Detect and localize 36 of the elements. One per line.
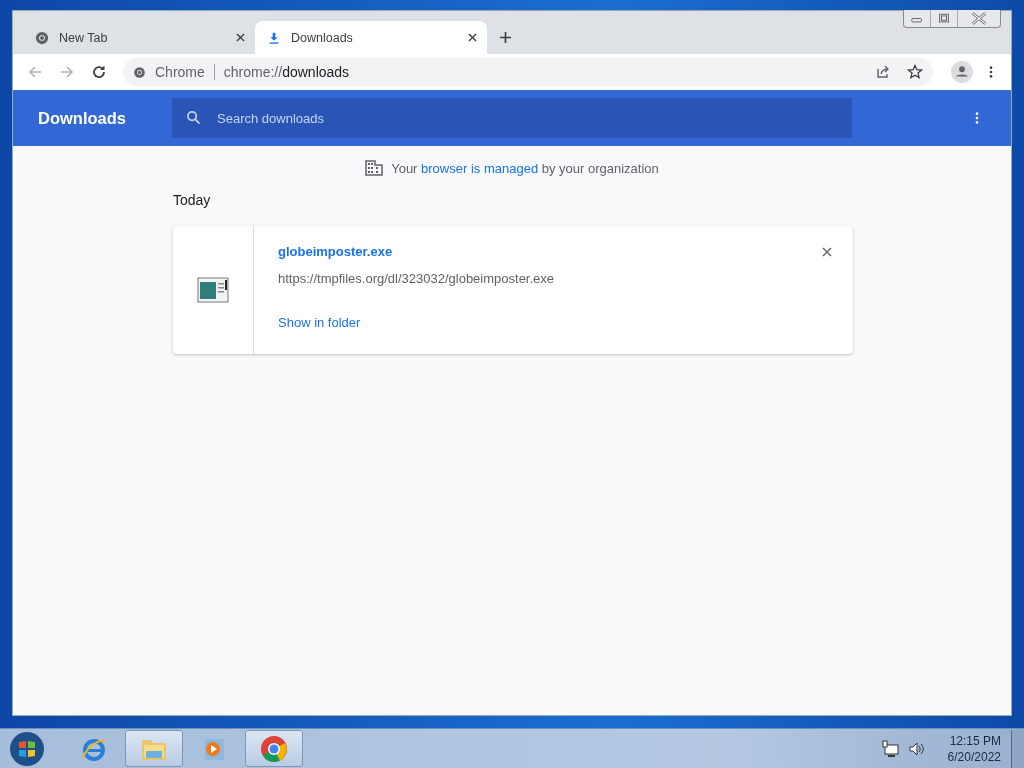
close-icon[interactable] — [468, 33, 477, 42]
address-bar[interactable]: Chrome chrome://downloads — [123, 58, 933, 86]
section-heading: Today — [173, 192, 212, 208]
chrome-icon — [259, 733, 289, 764]
menu-icon[interactable] — [975, 111, 979, 125]
managed-link[interactable]: browser is managed — [421, 160, 539, 176]
new-tab-icon[interactable] — [499, 31, 512, 44]
download-icon — [267, 30, 281, 45]
show-desktop-button[interactable] — [1011, 729, 1024, 768]
taskbar-button[interactable] — [245, 730, 303, 767]
show-in-folder-link[interactable]: Show in folder — [278, 315, 361, 330]
file-name-link[interactable]: globeimposter.exe — [278, 244, 393, 259]
clock-date: 6/20/2022 — [947, 748, 1001, 765]
url-text: chrome://downloads — [223, 64, 351, 80]
page-title: Downloads — [38, 108, 127, 128]
building-icon — [365, 160, 384, 176]
menu-icon[interactable] — [989, 65, 993, 79]
program-file-icon — [197, 277, 229, 303]
managed-notice: Your browser is managed by your organization — [391, 160, 659, 176]
clock-time: 12:15 PM — [949, 732, 1001, 749]
share-icon[interactable] — [875, 64, 891, 80]
profile-icon[interactable] — [951, 61, 973, 83]
close-icon[interactable] — [236, 33, 245, 42]
browser-tab[interactable]: New Tab — [23, 21, 255, 54]
source-url: https://tmpfiles.org/dl/323032/globeimposter.exe — [278, 271, 555, 286]
window-controls[interactable] — [903, 10, 1001, 28]
star-icon[interactable] — [907, 64, 923, 80]
reload-icon[interactable] — [91, 64, 107, 80]
browser-tab[interactable]: Downloads — [255, 21, 487, 54]
chrome-icon — [133, 65, 146, 79]
site-label: Chrome — [155, 64, 205, 80]
remove-icon[interactable] — [822, 247, 832, 257]
start-button[interactable] — [9, 730, 45, 767]
search-field[interactable]: Search downloads — [172, 98, 852, 138]
network-icon[interactable] — [881, 739, 900, 758]
chrome-icon — [35, 30, 49, 45]
